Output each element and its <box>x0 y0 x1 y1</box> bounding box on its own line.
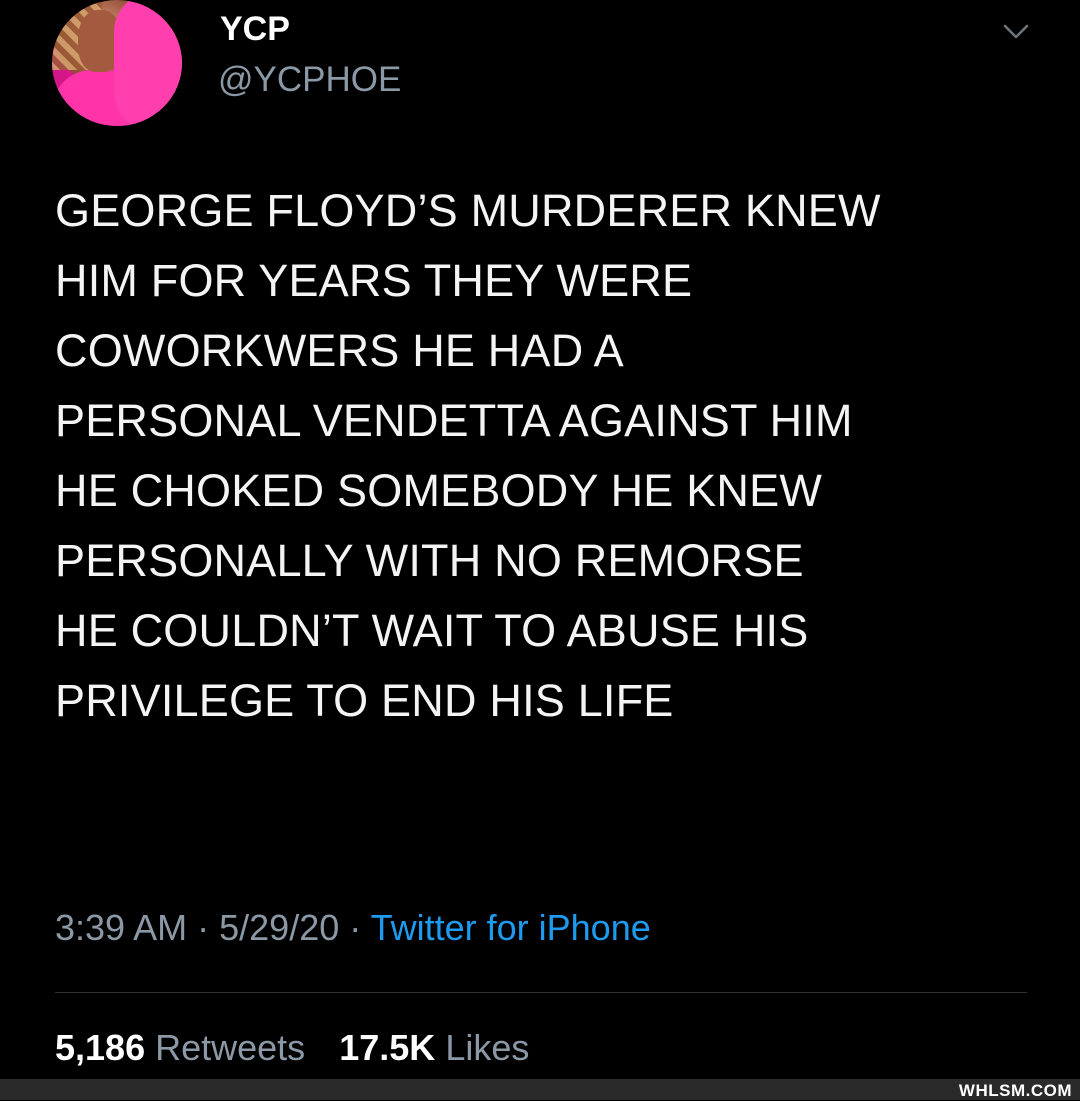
meta-separator: · <box>349 907 362 948</box>
author-handle[interactable]: @YCPHOE <box>218 60 401 100</box>
tweet-date[interactable]: 5/29/20 <box>219 907 339 948</box>
tweet-text-line: GEORGE FLOYD’S MURDERER KNEW <box>55 185 881 236</box>
tweet-time[interactable]: 3:39 AM <box>55 907 187 948</box>
retweets-count: 5,186 <box>55 1027 146 1068</box>
tweet-text-line: HE COULDN’T WAIT TO ABUSE HIS <box>55 605 809 656</box>
divider <box>55 992 1027 993</box>
tweet-text-line: HE CHOKED SOMEBODY HE KNEW <box>55 465 822 516</box>
tweet-text-line: COWORKWERS HE HAD A <box>55 325 624 376</box>
watermark-bar <box>0 1079 1080 1100</box>
tweet-source-link[interactable]: Twitter for iPhone <box>371 907 651 948</box>
tweet-stats: 5,186 Retweets 17.5K Likes <box>55 1027 529 1069</box>
chevron-down-icon[interactable] <box>1003 20 1029 42</box>
tweet-text-line: PRIVILEGE TO END HIS LIFE <box>55 675 674 726</box>
avatar[interactable] <box>52 0 182 126</box>
tweet-meta: 3:39 AM · 5/29/20 · Twitter for iPhone <box>55 907 651 949</box>
likes-label: Likes <box>445 1027 530 1068</box>
retweets-label: Retweets <box>155 1027 306 1068</box>
tweet-text: GEORGE FLOYD’S MURDERER KNEW HIM FOR YEA… <box>55 176 1055 736</box>
author-display-name[interactable]: YCP <box>220 10 290 49</box>
retweets-stat[interactable]: 5,186 Retweets <box>55 1027 315 1068</box>
tweet-text-line: PERSONAL VENDETTA AGAINST HIM <box>55 395 853 446</box>
tweet-text-line: PERSONALLY WITH NO REMORSE <box>55 535 804 586</box>
likes-count: 17.5K <box>339 1027 436 1068</box>
avatar-hair <box>114 0 182 126</box>
meta-separator: · <box>197 907 210 948</box>
likes-stat[interactable]: 17.5K Likes <box>339 1027 529 1068</box>
tweet-text-line: HIM FOR YEARS THEY WERE <box>55 255 693 306</box>
watermark: WHLSM.COM <box>958 1081 1072 1100</box>
